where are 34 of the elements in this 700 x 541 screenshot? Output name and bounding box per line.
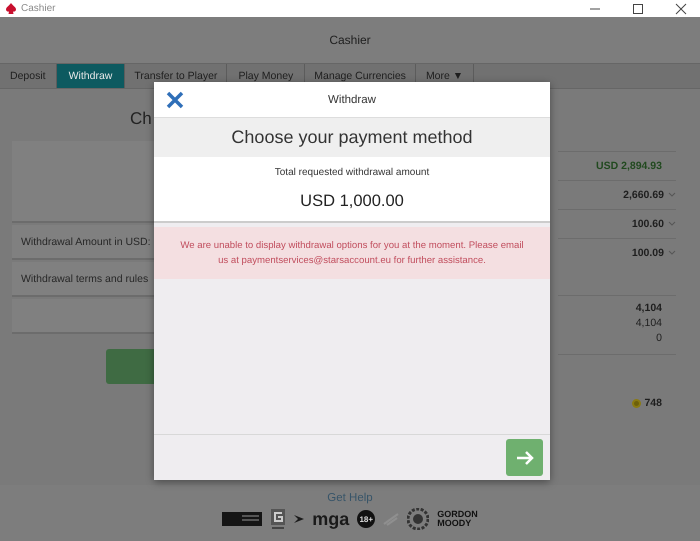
flower-logo-icon — [407, 508, 430, 530]
error-message: We are unable to display withdrawal options for you at the moment. Please email us at paymentservices@starsaccount.eu for further assistance. — [154, 227, 550, 279]
close-icon[interactable] — [675, 2, 687, 14]
field-label: Withdrawal terms and rules — [21, 272, 148, 284]
app-logo-icon — [6, 3, 16, 14]
help-link[interactable]: Get Help — [327, 492, 373, 504]
dialog-heading: Choose your payment method — [231, 127, 473, 148]
balance-value: 100.60 — [632, 218, 664, 230]
balance-total: USD 2,894.93 — [596, 160, 662, 172]
gamcare-logo-icon — [270, 508, 286, 530]
regulator-logo-icon — [222, 512, 262, 526]
window-title: Cashier — [21, 3, 56, 14]
charity-logo: GORDON MOODY — [437, 510, 478, 528]
balance-value: 100.09 — [632, 247, 664, 259]
maximize-icon[interactable] — [632, 2, 644, 14]
arrow-right-icon — [516, 450, 534, 466]
next-button[interactable] — [506, 439, 543, 476]
header-title: Cashier — [329, 33, 371, 47]
balance-value: 2,660.69 — [623, 189, 664, 201]
amount-label: Total requested withdrawal amount — [274, 167, 430, 178]
section-heading: Ch — [130, 109, 152, 130]
dialog-title: Withdraw — [328, 94, 376, 106]
points-value: 4,104 — [636, 317, 662, 329]
arrow-mark-icon — [294, 513, 304, 525]
tab[interactable]: Withdraw — [56, 64, 126, 88]
coin-icon — [632, 398, 642, 408]
mga-logo: mga — [312, 508, 350, 530]
close-button[interactable] — [166, 91, 184, 109]
points-value: 0 — [656, 332, 662, 344]
points-value: 4,104 — [636, 302, 662, 314]
age-badge: 18+ — [357, 510, 376, 528]
field-label: Withdrawal Amount in USD: — [21, 236, 151, 248]
amount-value: USD 1,000.00 — [300, 192, 404, 211]
coin-balance: 748 — [644, 397, 662, 409]
